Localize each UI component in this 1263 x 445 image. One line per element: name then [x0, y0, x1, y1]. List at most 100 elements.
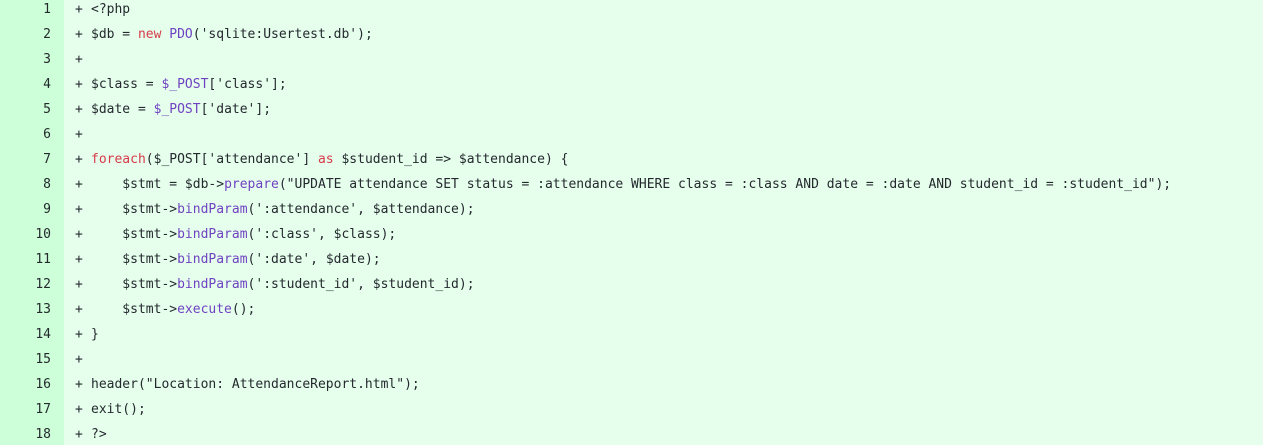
line-number: 1 — [43, 2, 51, 17]
code-token: $_POST — [153, 102, 201, 117]
code-diff-view: 1 + <?php 2 + $db = new PDO('sqlite:Usertest.… — [0, 0, 1263, 445]
diff-line: 9 + $stmt->bindParam(':attendance', $atte… — [0, 200, 1263, 225]
added-line-marker: + — [75, 27, 83, 42]
code-content: foreach($_POST['attendance'] as $student… — [91, 150, 568, 170]
code-token: ("UPDATE attendance SET status = :attend… — [278, 177, 1172, 192]
code-token: <?php — [91, 2, 131, 17]
code-token: (':date', $date); — [247, 252, 381, 267]
added-line-marker: + — [75, 327, 83, 342]
code-content: <?php — [91, 0, 130, 20]
code-token: $student_id => $attendance) { — [333, 152, 569, 167]
diff-line: 5 + $date = $_POST['date']; — [0, 100, 1263, 125]
code-content: header("Location: AttendanceReport.html"… — [91, 375, 420, 395]
line-number: 12 — [35, 277, 51, 292]
diff-line: 2 + $db = new PDO('sqlite:Usertest.db'); — [0, 25, 1263, 50]
line-number: 8 — [43, 177, 51, 192]
code-token: $stmt-> — [91, 252, 178, 267]
added-line-marker: + — [75, 302, 83, 317]
code-token: bindParam — [177, 252, 248, 267]
code-content: $stmt->bindParam(':class', $class); — [91, 225, 396, 245]
line-number: 11 — [35, 252, 51, 267]
line-number: 16 — [35, 377, 51, 392]
code-token: as — [317, 152, 334, 167]
diff-line: 4 + $class = $_POST['class']; — [0, 75, 1263, 100]
added-line-marker: + — [75, 77, 83, 92]
added-line-marker: + — [75, 377, 83, 392]
line-number: 5 — [43, 102, 51, 117]
added-line-marker: + — [75, 202, 83, 217]
diff-line: 11 + $stmt->bindParam(':date', $date); — [0, 250, 1263, 275]
code-token: $_POST — [161, 77, 209, 92]
code-token: (':class', $class); — [247, 227, 397, 242]
code-token: $db = — [91, 27, 138, 42]
line-number: 13 — [35, 302, 51, 317]
code-content: ?> — [91, 425, 107, 445]
code-token: bindParam — [177, 202, 248, 217]
line-number: 9 — [43, 202, 51, 217]
code-content: $stmt->bindParam(':date', $date); — [91, 250, 381, 270]
added-line-marker: + — [75, 427, 83, 442]
diff-line: 8 + $stmt = $db->prepare("UPDATE attendan… — [0, 175, 1263, 200]
added-line-marker: + — [75, 52, 83, 67]
code-token: $stmt-> — [91, 302, 178, 317]
added-line-marker: + — [75, 252, 83, 267]
code-token: $date = — [91, 102, 154, 117]
added-line-marker: + — [75, 152, 83, 167]
code-content: $class = $_POST['class']; — [91, 75, 287, 95]
added-line-marker: + — [75, 402, 83, 417]
code-token: (':student_id', $student_id); — [247, 277, 475, 292]
added-line-marker: + — [75, 227, 83, 242]
diff-line: 17 + exit(); — [0, 400, 1263, 425]
code-token: ['class']; — [208, 77, 287, 92]
line-number: 14 — [35, 327, 51, 342]
code-token: execute — [177, 302, 232, 317]
line-number: 10 — [35, 227, 51, 242]
code-content: $stmt->bindParam(':attendance', $attenda… — [91, 200, 474, 220]
diff-line: 3 + — [0, 50, 1263, 75]
diff-line: 12 + $stmt->bindParam(':student_id', $stu… — [0, 275, 1263, 300]
code-token: foreach — [91, 152, 146, 167]
added-line-marker: + — [75, 177, 83, 192]
code-content: $date = $_POST['date']; — [91, 100, 271, 120]
line-number: 4 — [43, 77, 51, 92]
code-token: exit(); — [91, 402, 146, 417]
code-token: } — [91, 327, 99, 342]
code-token: $stmt = $db-> — [91, 177, 225, 192]
code-content: $stmt = $db->prepare("UPDATE attendance … — [91, 175, 1171, 195]
line-number: 7 — [43, 152, 51, 167]
line-number: 18 — [35, 427, 51, 442]
diff-line: 1 + <?php — [0, 0, 1263, 25]
line-number: 17 — [35, 402, 51, 417]
added-line-marker: + — [75, 127, 83, 142]
diff-line: 13 + $stmt->execute(); — [0, 300, 1263, 325]
code-token: (); — [231, 302, 256, 317]
diff-line: 10 + $stmt->bindParam(':class', $class); — [0, 225, 1263, 250]
code-token: prepare — [224, 177, 279, 192]
code-token: bindParam — [177, 227, 248, 242]
line-number: 6 — [43, 127, 51, 142]
code-content: $db = new PDO('sqlite:Usertest.db'); — [91, 25, 373, 45]
diff-line: 14 +} — [0, 325, 1263, 350]
added-line-marker: + — [75, 352, 83, 367]
added-line-marker: + — [75, 277, 83, 292]
code-content: exit(); — [91, 400, 146, 420]
added-line-marker: + — [75, 2, 83, 17]
diff-line: 7 + foreach($_POST['attendance'] as $stude… — [0, 150, 1263, 175]
code-token: ('sqlite:Usertest.db'); — [192, 27, 373, 42]
line-number: 3 — [43, 52, 51, 67]
line-number: 2 — [43, 27, 51, 42]
code-token: $stmt-> — [91, 277, 178, 292]
diff-line: 16 + header("Location: AttendanceReport.ht… — [0, 375, 1263, 400]
code-content: $stmt->bindParam(':student_id', $student… — [91, 275, 475, 295]
diff-line: 15 + — [0, 350, 1263, 375]
code-content: $stmt->execute(); — [91, 300, 255, 320]
code-token: ?> — [91, 427, 107, 442]
line-number: 15 — [35, 352, 51, 367]
code-token: ['date']; — [200, 102, 272, 117]
code-token: new — [137, 27, 162, 42]
code-token: PDO — [169, 27, 193, 42]
added-line-marker: + — [75, 102, 83, 117]
code-token: bindParam — [177, 277, 248, 292]
code-token: $stmt-> — [91, 227, 178, 242]
code-token: $stmt-> — [91, 202, 178, 217]
